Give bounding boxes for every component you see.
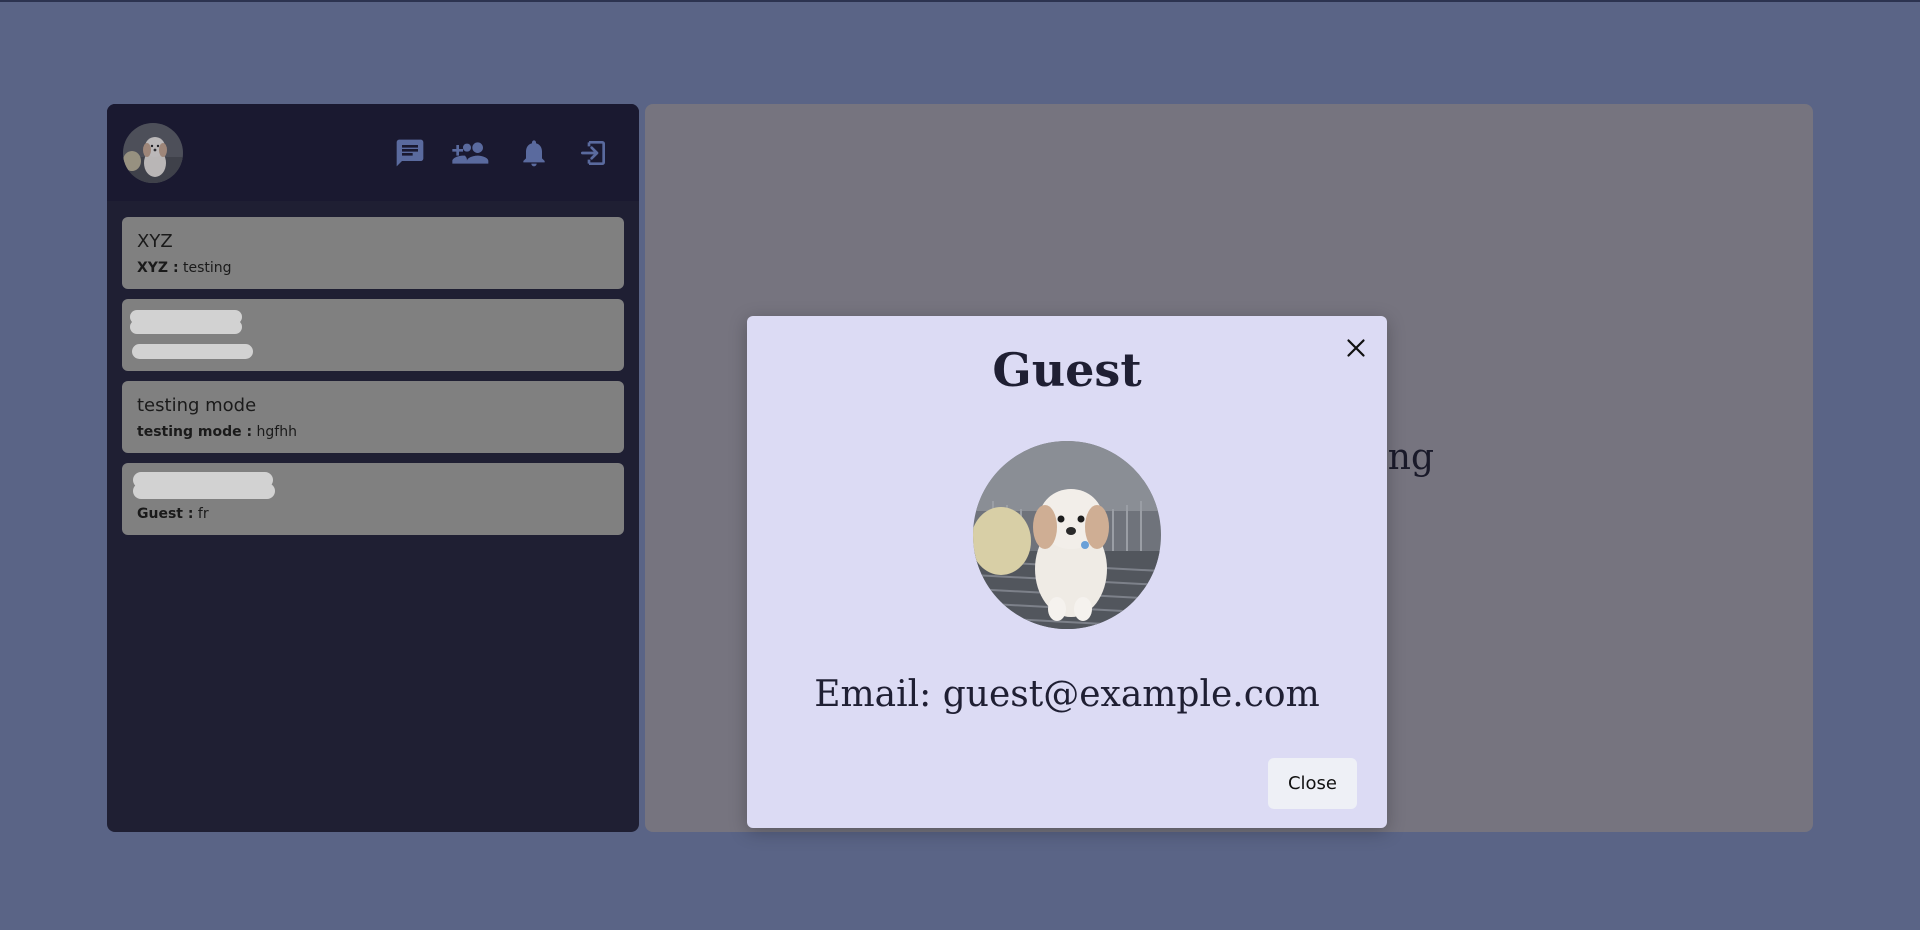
chat-message: hgfhh — [256, 424, 297, 440]
profile-modal: Guest Email: guest@example.com Close — [747, 316, 1387, 828]
close-button[interactable]: Close — [1268, 758, 1357, 809]
chat-name: XYZ — [137, 231, 173, 252]
redacted-name — [133, 483, 275, 499]
chat-name: testing mode — [137, 395, 257, 416]
profile-email: Email: guest@example.com — [814, 674, 1320, 715]
redacted-preview — [132, 344, 253, 359]
message-icon[interactable] — [394, 137, 426, 169]
chat-sender: XYZ : — [137, 260, 179, 276]
top-border — [0, 0, 1920, 2]
chat-item[interactable] — [122, 299, 624, 371]
bell-icon[interactable] — [518, 137, 550, 169]
modal-title: Guest — [992, 343, 1142, 397]
chat-preview: XYZ : testing — [137, 260, 232, 276]
chat-item[interactable]: testing mode testing mode : hgfhh — [122, 381, 624, 453]
chat-sender: testing mode : — [137, 424, 253, 440]
sidebar-header — [107, 104, 639, 201]
chat-message: testing — [183, 260, 232, 276]
chat-list: XYZ XYZ : testing testing mode testing m… — [122, 217, 624, 545]
app-container: XYZ XYZ : testing testing mode testing m… — [107, 104, 1813, 832]
chat-item[interactable]: Guest : fr — [122, 463, 624, 535]
chat-item[interactable]: XYZ XYZ : testing — [122, 217, 624, 289]
logout-icon[interactable] — [577, 137, 609, 169]
user-avatar[interactable] — [123, 123, 183, 183]
sidebar: XYZ XYZ : testing testing mode testing m… — [107, 104, 639, 832]
redacted-name — [130, 320, 242, 334]
chat-preview: testing mode : hgfhh — [137, 424, 297, 440]
chat-message: fr — [197, 506, 209, 522]
chat-preview: Guest : fr — [137, 506, 209, 522]
profile-avatar — [973, 441, 1161, 629]
chat-sender: Guest : — [137, 506, 194, 522]
add-user-icon[interactable] — [451, 137, 491, 169]
